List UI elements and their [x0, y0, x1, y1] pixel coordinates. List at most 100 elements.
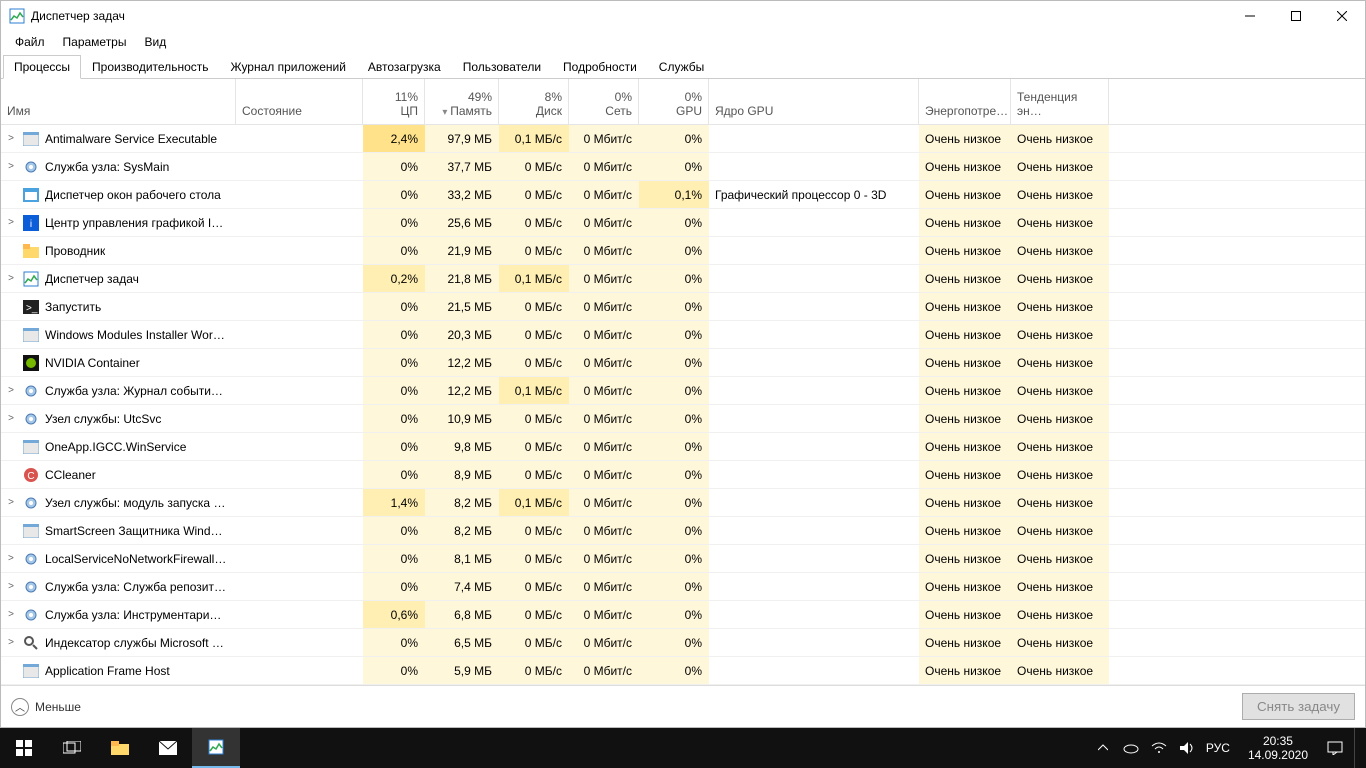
process-row[interactable]: >Служба узла: Журнал событи…0%12,2 МБ0,1… — [1, 377, 1365, 405]
close-button[interactable] — [1319, 1, 1365, 31]
process-row[interactable]: OneApp.IGCC.WinService0%9,8 МБ0 МБ/с0 Мб… — [1, 433, 1365, 461]
process-table[interactable]: Имя Состояние 11%ЦП 49%Память 8%Диск 0%С… — [1, 79, 1365, 685]
power-cell: Очень низкое — [919, 545, 1011, 572]
state-cell — [236, 629, 363, 656]
process-row[interactable]: Диспетчер окон рабочего стола0%33,2 МБ0 … — [1, 181, 1365, 209]
process-row[interactable]: Application Frame Host0%5,9 МБ0 МБ/с0 Мб… — [1, 657, 1365, 685]
wifi-icon[interactable] — [1150, 739, 1168, 757]
taskbar[interactable]: РУС 20:35 14.09.2020 — [0, 728, 1366, 768]
clock[interactable]: 20:35 14.09.2020 — [1240, 734, 1316, 762]
process-row[interactable]: >LocalServiceNoNetworkFirewall …0%8,1 МБ… — [1, 545, 1365, 573]
gpu-cell: 0,1% — [639, 181, 709, 208]
process-name: Служба узла: Служба репозит… — [45, 580, 226, 594]
tab-3[interactable]: Автозагрузка — [357, 55, 452, 79]
process-name-cell: CCCleaner — [1, 461, 236, 488]
menu-file[interactable]: Файл — [7, 32, 53, 52]
expand-icon[interactable]: > — [5, 161, 17, 172]
show-desktop-button[interactable] — [1354, 728, 1360, 768]
process-row[interactable]: >iЦентр управления графикой I…0%25,6 МБ0… — [1, 209, 1365, 237]
process-row[interactable]: >_Запустить0%21,5 МБ0 МБ/с0 Мбит/c0%Очен… — [1, 293, 1365, 321]
language-indicator[interactable]: РУС — [1206, 741, 1230, 755]
col-header-power-trend[interactable]: Тенденция эн… — [1011, 79, 1109, 124]
gpu-cell: 0% — [639, 517, 709, 544]
col-header-gpu[interactable]: 0%GPU — [639, 79, 709, 124]
power-trend-cell: Очень низкое — [1011, 265, 1109, 292]
tab-5[interactable]: Подробности — [552, 55, 648, 79]
power-cell: Очень низкое — [919, 489, 1011, 516]
network-cell: 0 Мбит/c — [569, 629, 639, 656]
menu-options[interactable]: Параметры — [55, 32, 135, 52]
process-row[interactable]: >Служба узла: Служба репозит…0%7,4 МБ0 М… — [1, 573, 1365, 601]
titlebar[interactable]: Диспетчер задач — [1, 1, 1365, 31]
volume-icon[interactable] — [1178, 739, 1196, 757]
gpu-core-cell — [709, 209, 919, 236]
process-row[interactable]: >Antimalware Service Executable2,4%97,9 … — [1, 125, 1365, 153]
expand-icon[interactable]: > — [5, 385, 17, 396]
expand-icon[interactable]: > — [5, 609, 17, 620]
menu-view[interactable]: Вид — [136, 32, 174, 52]
process-name-cell: OneApp.IGCC.WinService — [1, 433, 236, 460]
expand-icon[interactable]: > — [5, 581, 17, 592]
state-cell — [236, 321, 363, 348]
col-header-gpu-core[interactable]: Ядро GPU — [709, 79, 919, 124]
network-cell: 0 Мбит/c — [569, 153, 639, 180]
network-cell: 0 Мбит/c — [569, 517, 639, 544]
process-row[interactable]: CCCleaner0%8,9 МБ0 МБ/с0 Мбит/c0%Очень н… — [1, 461, 1365, 489]
gpu-cell: 0% — [639, 489, 709, 516]
process-row[interactable]: NVIDIA Container0%12,2 МБ0 МБ/с0 Мбит/c0… — [1, 349, 1365, 377]
maximize-button[interactable] — [1273, 1, 1319, 31]
state-cell — [236, 377, 363, 404]
tab-6[interactable]: Службы — [648, 55, 715, 79]
start-button[interactable] — [0, 728, 48, 768]
process-row[interactable]: >Служба узла: Инструментари…0,6%6,8 МБ0 … — [1, 601, 1365, 629]
expand-icon[interactable]: > — [5, 273, 17, 284]
col-header-power[interactable]: Энергопотре… — [919, 79, 1011, 124]
tab-1[interactable]: Производительность — [81, 55, 219, 79]
tab-4[interactable]: Пользователи — [452, 55, 552, 79]
network-cell: 0 Мбит/c — [569, 181, 639, 208]
cpu-cell: 0% — [363, 573, 425, 600]
process-icon — [23, 663, 39, 679]
mail-taskbar-button[interactable] — [144, 728, 192, 768]
explorer-taskbar-button[interactable] — [96, 728, 144, 768]
col-header-memory[interactable]: 49%Память — [425, 79, 499, 124]
gpu-core-cell — [709, 629, 919, 656]
process-row[interactable]: Windows Modules Installer Wor…0%20,3 МБ0… — [1, 321, 1365, 349]
expand-icon[interactable]: > — [5, 217, 17, 228]
task-manager-taskbar-button[interactable] — [192, 728, 240, 768]
tab-2[interactable]: Журнал приложений — [220, 55, 357, 79]
expand-icon[interactable]: > — [5, 637, 17, 648]
power-trend-cell: Очень низкое — [1011, 601, 1109, 628]
tab-0[interactable]: Процессы — [3, 55, 81, 79]
end-task-button[interactable]: Снять задачу — [1242, 693, 1355, 720]
process-row[interactable]: >Индексатор службы Microsoft …0%6,5 МБ0 … — [1, 629, 1365, 657]
minimize-button[interactable] — [1227, 1, 1273, 31]
power-cell: Очень низкое — [919, 405, 1011, 432]
process-name-cell: > Служба узла: Служба репозит… — [1, 573, 236, 600]
expand-icon[interactable]: > — [5, 413, 17, 424]
onedrive-icon[interactable] — [1122, 739, 1140, 757]
col-header-network[interactable]: 0%Сеть — [569, 79, 639, 124]
gpu-core-cell: Графический процессор 0 - 3D — [709, 181, 919, 208]
process-row[interactable]: >Узел службы: UtcSvc0%10,9 МБ0 МБ/с0 Мби… — [1, 405, 1365, 433]
col-header-name[interactable]: Имя — [1, 79, 236, 124]
action-center-icon[interactable] — [1326, 739, 1344, 757]
process-row[interactable]: SmartScreen Защитника Windo…0%8,2 МБ0 МБ… — [1, 517, 1365, 545]
fewer-details-button[interactable]: ︿ Меньше — [11, 698, 81, 716]
gpu-core-cell — [709, 489, 919, 516]
col-header-state[interactable]: Состояние — [236, 79, 363, 124]
memory-cell: 97,9 МБ — [425, 125, 499, 152]
col-header-disk[interactable]: 8%Диск — [499, 79, 569, 124]
col-header-cpu[interactable]: 11%ЦП — [363, 79, 425, 124]
process-row[interactable]: >Диспетчер задач0,2%21,8 МБ0,1 МБ/с0 Мби… — [1, 265, 1365, 293]
taskview-button[interactable] — [48, 728, 96, 768]
process-icon — [23, 579, 39, 595]
table-header: Имя Состояние 11%ЦП 49%Память 8%Диск 0%С… — [1, 79, 1365, 125]
expand-icon[interactable]: > — [5, 553, 17, 564]
process-row[interactable]: Проводник0%21,9 МБ0 МБ/с0 Мбит/c0%Очень … — [1, 237, 1365, 265]
process-row[interactable]: >Узел службы: модуль запуска …1,4%8,2 МБ… — [1, 489, 1365, 517]
expand-icon[interactable]: > — [5, 497, 17, 508]
process-row[interactable]: >Служба узла: SysMain0%37,7 МБ0 МБ/с0 Мб… — [1, 153, 1365, 181]
expand-icon[interactable]: > — [5, 133, 17, 144]
tray-chevron-icon[interactable] — [1094, 739, 1112, 757]
